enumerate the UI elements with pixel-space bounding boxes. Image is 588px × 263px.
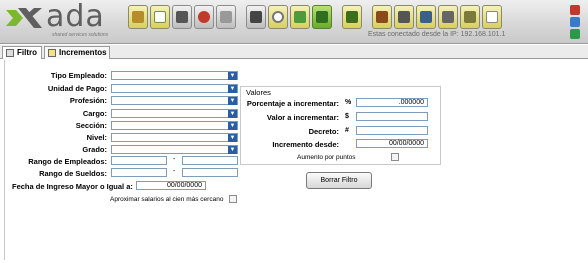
top-bar: ada shared services solutions Estas cone… [0,0,588,44]
seccion-label: Sección: [75,121,107,130]
edit-button[interactable] [128,5,148,29]
fecha-ingreso-label: Fecha de Ingreso Mayor o Igual a: [12,182,133,191]
undo-button[interactable] [216,5,236,29]
aproximar-checkbox[interactable] [229,195,237,203]
seccion-select[interactable]: ▼ [111,121,238,130]
user-icon [346,11,358,23]
filter-icon [6,49,14,57]
document-button[interactable] [482,5,502,29]
porcentaje-input[interactable]: .000000 [356,98,428,107]
dollar-icon: $ [345,113,349,120]
config-icon [464,11,476,23]
rango-sueldos-desde-input[interactable] [111,168,167,177]
undo-icon [220,11,232,23]
logo-icon [6,8,42,28]
rango-sueldos-label: Rango de Sueldos: [39,169,107,178]
rango-sueldos-hasta-input[interactable] [182,168,238,177]
info-icon[interactable] [570,29,580,39]
logo-text: ada [46,0,105,34]
aumento-puntos-checkbox[interactable] [391,153,399,161]
save-button[interactable] [172,5,192,29]
rango-empleados-hasta-input[interactable] [182,156,238,165]
chart-icon [294,11,306,23]
search-icon [272,11,284,23]
camera-button[interactable] [372,5,392,29]
rango-empleados-desde-input[interactable] [111,156,167,165]
delete-icon [198,11,210,23]
print-icon [250,11,262,23]
profesion-select[interactable]: ▼ [111,96,238,105]
unidad-pago-select[interactable]: ▼ [111,84,238,93]
delete-button[interactable] [194,5,214,29]
close-icon[interactable] [570,5,580,15]
incremento-label: Incremento desde: [272,140,339,149]
document-icon [486,11,498,23]
porcentaje-label: Porcentaje a incrementar: [246,99,339,108]
aumento-puntos-label: Aumento por puntos [297,154,356,161]
chevron-down-icon: ▼ [228,110,237,118]
chevron-down-icon: ▼ [228,134,237,142]
cart-icon [442,11,454,23]
logo-tagline: shared services solutions [52,32,109,38]
save-icon [176,11,188,23]
decreto-label: Decreto: [308,127,339,136]
aproximar-label: Aproximar salarios al cien más cercano [110,196,224,203]
nivel-select[interactable]: ▼ [111,133,238,142]
cargo-select[interactable]: ▼ [111,109,238,118]
rango-empleados-label: Rango de Empleados: [28,157,107,166]
chevron-down-icon: ▼ [228,72,237,80]
borrar-filtro-button[interactable]: Borrar Filtro [306,172,372,189]
chevron-down-icon: ▼ [228,122,237,130]
connection-status: Estas conectado desde la IP: 192.168.101… [368,31,506,38]
chart-button[interactable] [290,5,310,29]
tab-filtro-label: Filtro [17,48,37,57]
chevron-down-icon: ▼ [228,85,237,93]
help-icon[interactable] [570,17,580,27]
increment-icon [48,49,56,57]
range-separator: - [173,168,176,175]
export-button[interactable] [312,5,332,29]
config-button[interactable] [460,5,480,29]
tipo-empleado-label: Tipo Empleado: [50,71,107,80]
grid-icon [420,11,432,23]
chevron-down-icon: ▼ [228,146,237,154]
cart-button[interactable] [438,5,458,29]
edit-icon [132,11,144,23]
tipo-empleado-select[interactable]: ▼ [111,71,238,80]
photo-button[interactable] [394,5,414,29]
new-icon [154,11,166,23]
print-button[interactable] [246,5,266,29]
grid-button[interactable] [416,5,436,29]
valor-label: Valor a incrementar: [266,113,339,122]
incremento-input[interactable]: 00/00/0000 [356,139,428,148]
search-button[interactable] [268,5,288,29]
hash-icon: # [345,127,349,134]
export-icon [316,11,328,23]
valor-input[interactable] [356,112,428,121]
tab-filtro[interactable]: Filtro [2,46,42,59]
user-button[interactable] [342,5,362,29]
grado-label: Grado: [82,145,107,154]
camera-icon [376,11,388,23]
cargo-label: Cargo: [82,109,107,118]
new-button[interactable] [150,5,170,29]
fecha-ingreso-input[interactable]: 00/00/0000 [136,181,206,190]
side-icons [570,5,584,41]
unidad-pago-label: Unidad de Pago: [47,84,107,93]
range-separator: - [173,156,176,163]
valores-title: Valores [246,88,271,97]
percent-icon: % [345,99,352,106]
grado-select[interactable]: ▼ [111,145,238,154]
tab-incrementos[interactable]: Incrementos [44,46,110,59]
tab-strip: Filtro Incrementos [0,45,588,59]
photo-icon [398,11,410,23]
profesion-label: Profesión: [69,96,107,105]
chevron-down-icon: ▼ [228,97,237,105]
decreto-input[interactable] [356,126,428,135]
nivel-label: Nivel: [86,133,107,142]
toolbar [128,5,502,31]
tab-incrementos-label: Incrementos [59,48,107,57]
